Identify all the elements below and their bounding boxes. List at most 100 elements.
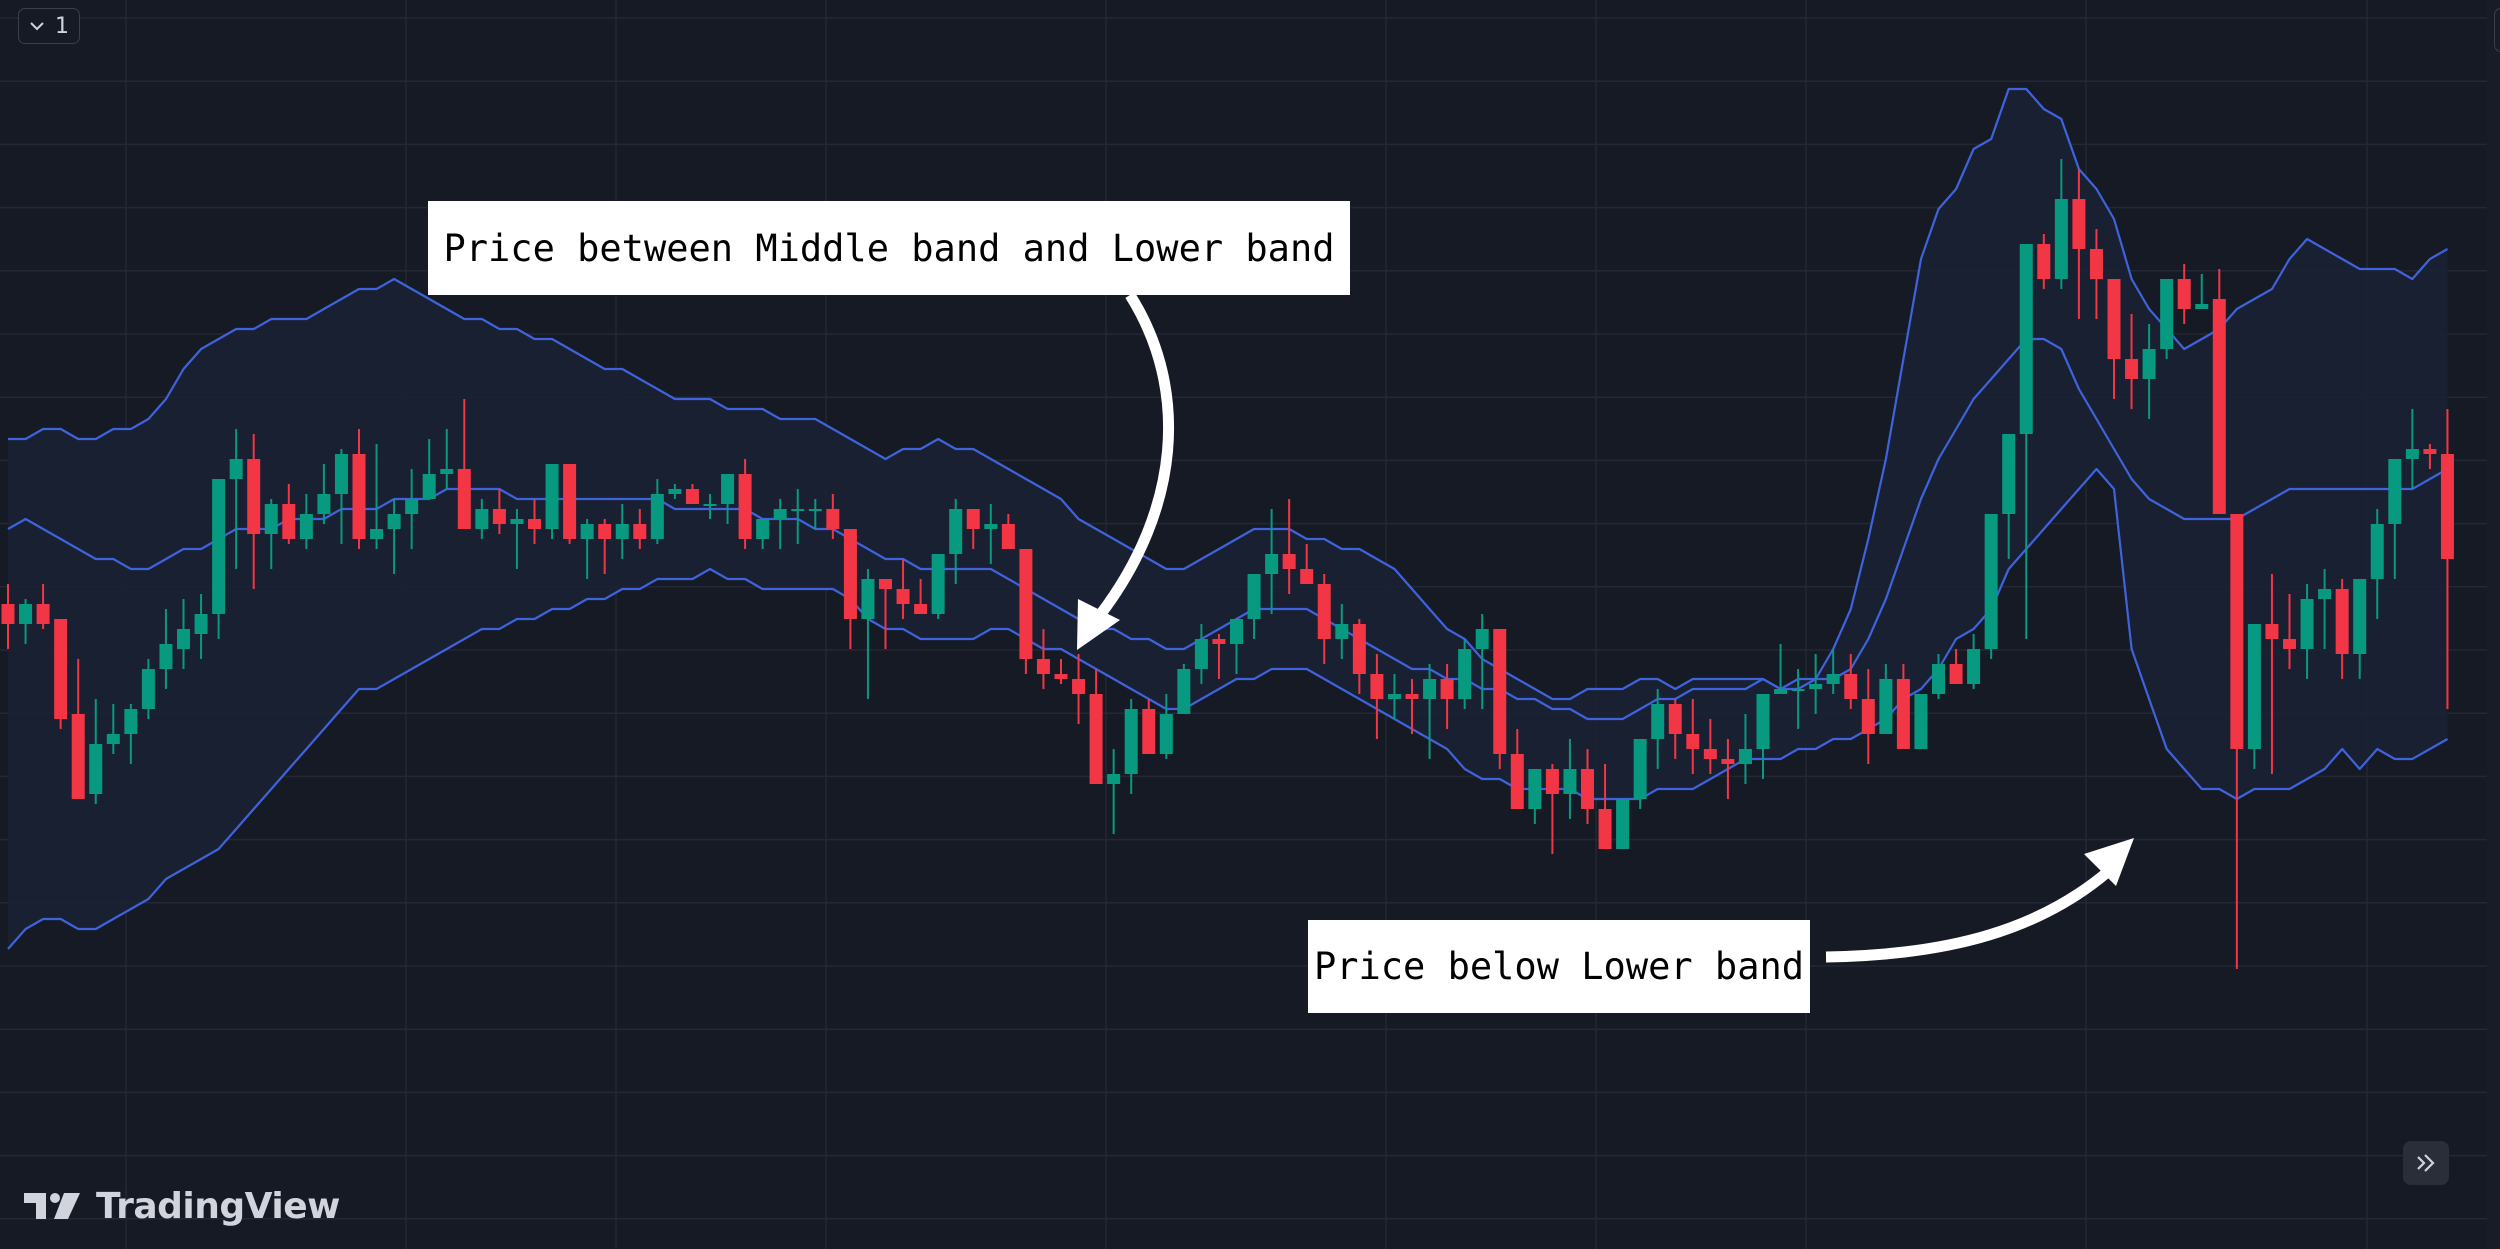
candle xyxy=(1528,769,1542,824)
candle-body xyxy=(1282,554,1296,569)
candle-body xyxy=(2019,244,2033,434)
candle-body xyxy=(650,494,664,539)
candle-body xyxy=(2177,279,2191,309)
candle-body xyxy=(247,459,261,534)
candle-body xyxy=(1896,679,1910,749)
candle-body xyxy=(2230,514,2244,749)
candle-body xyxy=(317,494,331,514)
candle-body xyxy=(1545,769,1559,794)
arrow-2-curve xyxy=(1825,865,2114,963)
candle-body xyxy=(1054,674,1068,679)
candle-body xyxy=(2002,434,2016,514)
candle-body xyxy=(1791,689,1805,691)
candle-body xyxy=(2353,579,2367,654)
candle-body xyxy=(1914,694,1928,749)
candle-body xyxy=(1370,674,1384,699)
candle xyxy=(2212,269,2226,514)
candle-body xyxy=(1879,679,1893,734)
candle xyxy=(1124,699,1138,794)
candle-body xyxy=(1387,694,1401,699)
candle-body xyxy=(2107,279,2121,359)
candle-body xyxy=(177,629,190,649)
candle-body xyxy=(1563,769,1577,794)
candle-body xyxy=(229,459,243,479)
candle-body xyxy=(141,669,155,709)
candle-body xyxy=(984,524,998,529)
candle-body xyxy=(440,469,454,474)
candle-body xyxy=(89,744,103,794)
candle-body xyxy=(1212,639,1226,644)
candle-body xyxy=(1809,684,1823,689)
candle-body xyxy=(773,509,787,519)
candle xyxy=(1089,669,1103,784)
candle xyxy=(931,554,945,619)
candle-body xyxy=(528,519,541,529)
candle-body xyxy=(1598,809,1612,849)
candle-body xyxy=(1335,624,1349,639)
candle-body xyxy=(36,604,50,624)
candle-body xyxy=(1581,769,1594,809)
candle-body xyxy=(1405,694,1419,699)
candle-body xyxy=(1844,674,1858,699)
candle-body xyxy=(1528,769,1542,809)
candle-body xyxy=(2160,279,2174,349)
chevron-down-icon xyxy=(30,22,44,31)
candle-body xyxy=(106,734,120,744)
candle-body xyxy=(475,509,489,529)
candle-body xyxy=(2072,199,2086,249)
candle-body xyxy=(1686,734,1700,749)
candle-body xyxy=(1721,759,1735,764)
candle-body xyxy=(2300,599,2314,649)
candle-body xyxy=(1300,569,1314,584)
candle xyxy=(2195,274,2209,309)
candle-body xyxy=(405,499,419,514)
candle-body xyxy=(1019,549,1033,659)
candle-body xyxy=(1651,704,1665,739)
candle-body xyxy=(299,514,313,539)
candle xyxy=(1914,694,1928,749)
candle-body xyxy=(1738,749,1752,764)
candle xyxy=(2177,264,2191,324)
candle-body xyxy=(2423,449,2437,454)
candle xyxy=(1984,514,1998,659)
candle-body xyxy=(2247,624,2261,749)
candle-body xyxy=(1440,679,1454,699)
candle-body xyxy=(2037,244,2051,279)
candle-body xyxy=(580,524,594,539)
candle-body xyxy=(1826,674,1840,684)
edge-panel-button[interactable] xyxy=(2494,8,2500,52)
candle-body xyxy=(1089,694,1103,784)
candle xyxy=(545,464,559,539)
candle-body xyxy=(2370,524,2384,579)
candle xyxy=(2160,279,2174,359)
candle-body xyxy=(457,469,471,529)
candle-body xyxy=(1,604,15,624)
candle xyxy=(1142,699,1156,754)
interval-dropdown-button[interactable]: 1 xyxy=(18,8,80,44)
candle-body xyxy=(756,519,770,539)
candle-body xyxy=(2265,624,2279,639)
candle-body xyxy=(931,554,945,614)
candle xyxy=(54,619,68,729)
price-scale[interactable] xyxy=(2487,0,2500,1249)
candle-body xyxy=(633,524,647,539)
candle-body xyxy=(668,489,682,494)
candle-body xyxy=(1984,514,1998,649)
candle-body xyxy=(966,509,980,529)
candle-body xyxy=(1124,709,1138,774)
candle-body xyxy=(685,489,699,504)
candlestick-chart[interactable] xyxy=(0,0,2500,1249)
candle-body xyxy=(2405,449,2419,459)
candle-body xyxy=(2089,249,2103,279)
candle-body xyxy=(1703,749,1717,759)
scroll-to-realtime-button[interactable] xyxy=(2403,1141,2449,1185)
candle-body xyxy=(2335,589,2349,654)
candle-body xyxy=(2195,304,2209,309)
candle-body xyxy=(1633,739,1647,799)
candle xyxy=(1545,764,1559,854)
tradingview-logo[interactable]: TradingView xyxy=(24,1186,340,1227)
candle-body xyxy=(159,644,173,669)
candle-body xyxy=(721,474,735,504)
candle-body xyxy=(194,614,208,634)
candle-body xyxy=(949,509,963,554)
